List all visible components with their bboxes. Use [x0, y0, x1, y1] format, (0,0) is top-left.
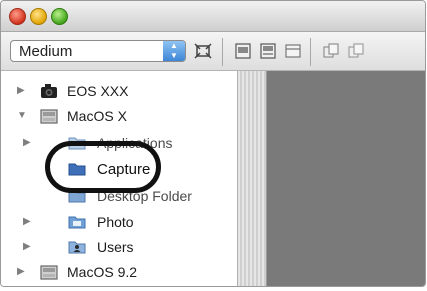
- users-folder-icon: [67, 238, 87, 256]
- folder-icon: [67, 160, 87, 178]
- tree-item-capture[interactable]: Capture: [1, 159, 237, 181]
- photo-folder-icon: [67, 213, 87, 231]
- tree-item-label: MacOS 9.2: [67, 264, 138, 280]
- pane-splitter[interactable]: [237, 71, 267, 286]
- zoom-window-button[interactable]: [51, 8, 68, 25]
- panel-icon[interactable]: [283, 41, 303, 61]
- toolbar-divider: [222, 38, 223, 66]
- minimize-window-button[interactable]: [30, 8, 47, 25]
- detail-view-icon[interactable]: [258, 41, 278, 61]
- disclosure-triangle-right-icon[interactable]: ▶: [17, 85, 25, 96]
- camera-icon: [39, 82, 59, 100]
- disclosure-triangle-down-icon[interactable]: ▼: [17, 110, 27, 121]
- tree-item-label: Users: [97, 239, 134, 255]
- drive-icon: [39, 107, 59, 125]
- disclosure-triangle-right-icon[interactable]: ▶: [23, 241, 31, 252]
- tree-item-users[interactable]: ▶ Users: [1, 237, 237, 259]
- tree-item-label: MacOS X: [67, 108, 127, 124]
- select-stepper-icon: ▲ ▼: [163, 41, 185, 61]
- fit-screen-icon[interactable]: [193, 41, 213, 61]
- copy-icon[interactable]: [321, 41, 341, 61]
- thumbnail-size-select[interactable]: Medium ▲ ▼: [10, 40, 186, 62]
- tree-item-macos-9-2[interactable]: ▶ MacOS 9.2: [1, 262, 237, 284]
- copy-2-icon[interactable]: [346, 41, 366, 61]
- tree-item-macos-x[interactable]: ▼ MacOS X: [1, 106, 237, 128]
- folder-tree-panel: ▶ EOS XXX ▼ MacOS X ▶ Applications Deskt…: [1, 71, 237, 286]
- toolbar: Medium ▲ ▼: [1, 32, 425, 71]
- browser-window: Medium ▲ ▼ ▶ EOS XXX ▼ MacOS X ▶ Applica…: [0, 0, 426, 287]
- disclosure-triangle-right-icon[interactable]: ▶: [23, 216, 31, 227]
- thumbnail-content-area[interactable]: [267, 71, 425, 286]
- tree-item-label: Photo: [97, 214, 134, 230]
- tree-item-label: EOS XXX: [67, 83, 129, 99]
- tree-item-photo[interactable]: ▶ Photo: [1, 212, 237, 234]
- tree-item-label: Capture: [97, 161, 151, 178]
- drive-icon: [39, 263, 59, 281]
- thumbnail-size-value: Medium: [19, 43, 73, 60]
- tree-item-eos-xxx[interactable]: ▶ EOS XXX: [1, 81, 237, 103]
- disclosure-triangle-right-icon[interactable]: ▶: [23, 137, 31, 148]
- list-view-icon[interactable]: [233, 41, 253, 61]
- title-bar: [1, 1, 425, 32]
- toolbar-divider: [310, 38, 311, 66]
- close-window-button[interactable]: [9, 8, 26, 25]
- disclosure-triangle-right-icon[interactable]: ▶: [17, 266, 25, 277]
